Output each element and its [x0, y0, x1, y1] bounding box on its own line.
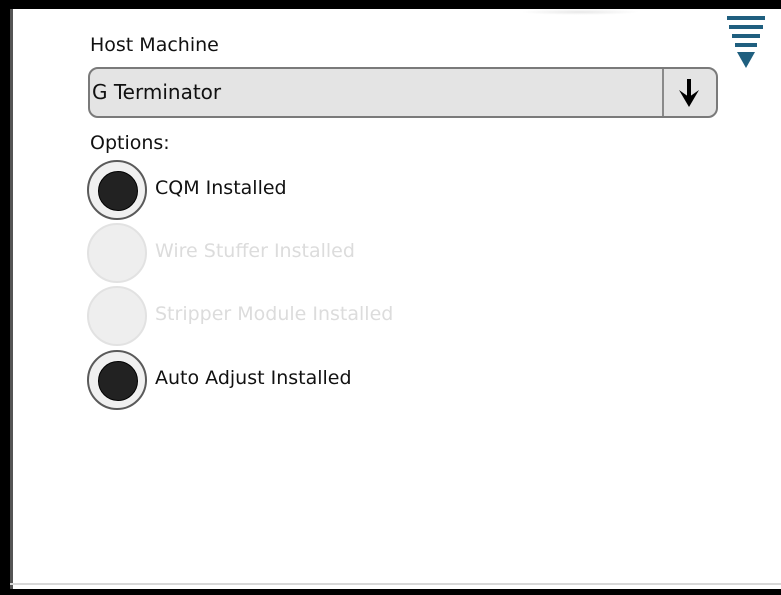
radio-button-disabled	[87, 223, 147, 283]
radio-button-selected[interactable]	[87, 160, 147, 220]
host-machine-label: Host Machine	[90, 34, 219, 56]
menu-icon[interactable]	[727, 12, 767, 72]
option-label: Wire Stuffer Installed	[155, 240, 355, 262]
options-label: Options:	[90, 132, 170, 154]
dropdown-separator	[662, 69, 664, 116]
radio-button-selected[interactable]	[87, 350, 147, 410]
option-cqm-installed[interactable]: CQM Installed	[87, 160, 507, 222]
option-auto-adjust-installed[interactable]: Auto Adjust Installed	[87, 350, 507, 412]
radio-dot	[98, 361, 138, 401]
option-stripper-module-installed: Stripper Module Installed	[87, 286, 507, 348]
radio-dot	[98, 171, 138, 211]
host-machine-dropdown[interactable]: G Terminator	[88, 67, 718, 118]
top-shadow	[520, 9, 640, 15]
menu-icon-graphic	[727, 16, 765, 68]
panel-divider	[10, 583, 781, 585]
host-machine-value: G Terminator	[92, 80, 222, 104]
option-label: Stripper Module Installed	[155, 303, 394, 325]
down-arrow-icon[interactable]	[674, 76, 704, 110]
option-wire-stuffer-installed: Wire Stuffer Installed	[87, 223, 507, 285]
radio-button-disabled	[87, 286, 147, 346]
option-label: Auto Adjust Installed	[155, 367, 352, 389]
option-label: CQM Installed	[155, 177, 287, 199]
